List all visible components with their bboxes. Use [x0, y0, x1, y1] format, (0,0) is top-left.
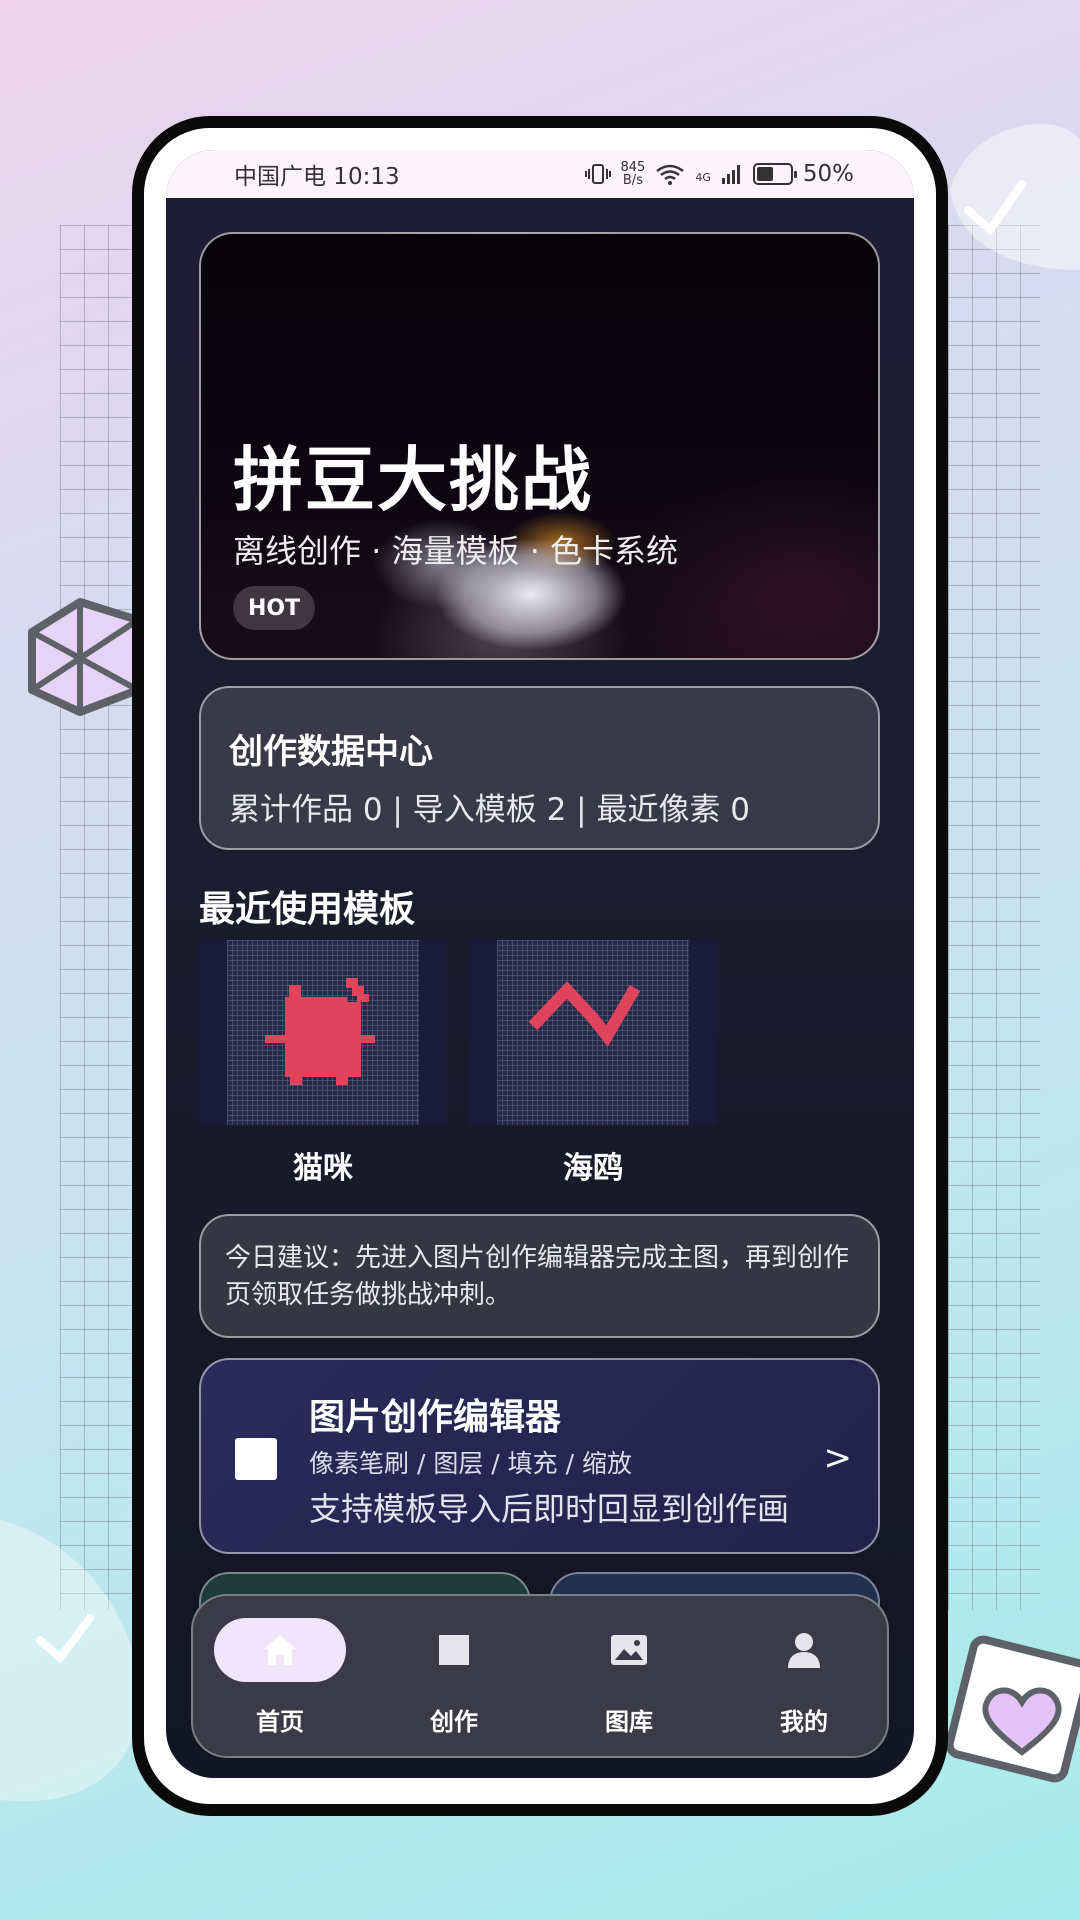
bubble-decoration [950, 124, 1080, 271]
battery-percent: 50% [802, 161, 854, 187]
home-icon [264, 1635, 296, 1665]
daily-tip-card: 今日建议：先进入图片创作编辑器完成主图，再到创作页领取任务做挑战冲刺。 [199, 1214, 880, 1338]
template-thumbnail [469, 940, 717, 1125]
hero-title: 拼豆大挑战 [233, 439, 593, 521]
tab-gallery[interactable]: 图库 [542, 1596, 716, 1760]
vibrate-icon [584, 164, 611, 184]
template-card-cat[interactable]: 猫咪 [199, 940, 447, 1187]
template-card-seagull[interactable]: 海鸥 [469, 940, 717, 1187]
image-editor-card[interactable]: 图片创作编辑器 像素笔刷 / 图层 / 填充 / 缩放 支持模板导入后即时回显到… [199, 1358, 880, 1554]
image-icon [611, 1635, 647, 1665]
tab-icon-highlight [214, 1618, 346, 1682]
tab-label: 首页 [256, 1708, 304, 1736]
editor-title: 图片创作编辑器 [309, 1397, 562, 1438]
tab-profile[interactable]: 我的 [717, 1596, 891, 1760]
tab-label: 创作 [430, 1708, 478, 1736]
user-icon [788, 1633, 820, 1668]
creation-data-card[interactable]: 创作数据中心 累计作品 0 | 导入模板 2 | 最近像素 0 [199, 686, 880, 850]
battery-icon [752, 163, 797, 185]
chevron-right-icon: > [823, 1438, 853, 1478]
template-name: 猫咪 [293, 1151, 353, 1186]
square-icon [439, 1635, 469, 1665]
app-screen: 中国广电 10:13 845 B/s 4G 50% 拼豆大挑战 离线创作 · 海… [166, 150, 914, 1778]
template-name: 海鸥 [563, 1151, 623, 1186]
wifi-icon [656, 164, 685, 185]
editor-tags: 像素笔刷 / 图层 / 填充 / 缩放 [309, 1449, 632, 1478]
hero-subtitle: 离线创作 · 海量模板 · 色卡系统 [233, 532, 679, 570]
network-type: 4G [695, 171, 711, 184]
seagull-pixel-icon [528, 981, 641, 1047]
hot-badge: HOT [233, 586, 315, 630]
template-thumbnail [199, 940, 447, 1125]
tab-label: 我的 [780, 1708, 828, 1736]
tab-label: 图库 [605, 1708, 653, 1736]
data-center-stats: 累计作品 0 | 导入模板 2 | 最近像素 0 [229, 792, 751, 828]
recent-templates-title: 最近使用模板 [199, 889, 416, 930]
carrier-time: 中国广电 10:13 [234, 164, 400, 190]
net-speed: 845 B/s [620, 160, 646, 188]
cat-pixel-icon [265, 978, 375, 1085]
tab-home[interactable]: 首页 [193, 1596, 367, 1760]
bubble-decoration-left [0, 1520, 140, 1802]
heart-card-decoration [945, 1635, 1080, 1783]
tab-create[interactable]: 创作 [367, 1596, 541, 1760]
gem-decoration [28, 598, 140, 716]
hero-banner[interactable]: 拼豆大挑战 离线创作 · 海量模板 · 色卡系统 HOT [199, 232, 880, 660]
bottom-tab-bar: 首页 创作 图库 我的 [191, 1594, 889, 1758]
signal-icon [721, 165, 740, 184]
daily-tip-text: 今日建议：先进入图片创作编辑器完成主图，再到创作页领取任务做挑战冲刺。 [225, 1243, 850, 1310]
status-bar: 中国广电 10:13 845 B/s 4G 50% [166, 150, 914, 198]
editor-description: 支持模板导入后即时回显到创作画 [309, 1490, 790, 1528]
square-icon [235, 1438, 277, 1480]
data-center-title: 创作数据中心 [229, 732, 433, 772]
